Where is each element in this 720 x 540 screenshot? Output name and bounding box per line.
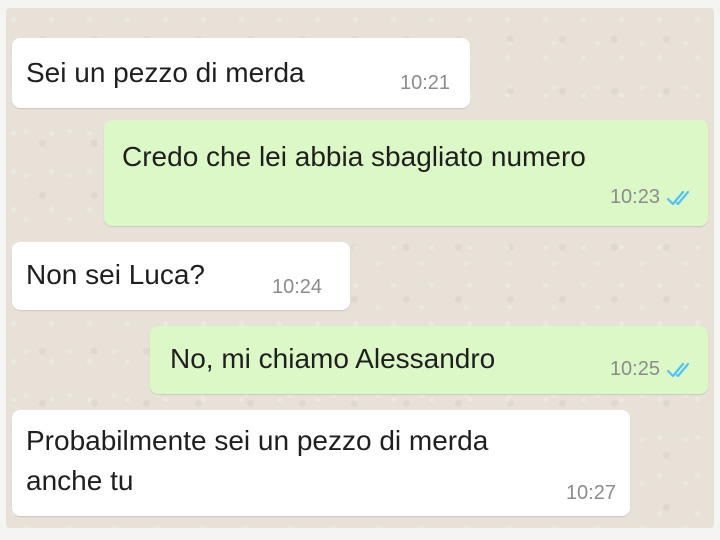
message-text-line-2: anche tu bbox=[26, 465, 134, 496]
message-time: 10:24 bbox=[272, 276, 323, 298]
message-text: No, mi chiamo Alessandro bbox=[170, 343, 496, 374]
message-timestamp-group: 10:24 bbox=[272, 276, 322, 299]
message-text: Credo che lei abbia sbagliato numero bbox=[122, 141, 586, 172]
message-timestamp-group: 10:25 bbox=[610, 358, 694, 381]
message-time: 10:23 bbox=[609, 186, 660, 208]
chat-conversation: Sei un pezzo di merda 10:21 Credo che le… bbox=[6, 8, 714, 528]
screenshot-frame: Sei un pezzo di merda 10:21 Credo che le… bbox=[0, 0, 720, 540]
message-bubble-incoming[interactable]: Sei un pezzo di merda 10:21 bbox=[12, 38, 470, 108]
message-time: 10:25 bbox=[609, 358, 660, 380]
message-text-line-1: Probabilmente sei un pezzo di merda bbox=[26, 425, 489, 456]
message-timestamp-group: 10:21 bbox=[400, 72, 450, 95]
message-text: Sei un pezzo di merda bbox=[26, 57, 305, 88]
double-check-icon bbox=[666, 362, 690, 377]
message-bubble-outgoing[interactable]: Credo che lei abbia sbagliato numero 10:… bbox=[104, 120, 708, 226]
message-timestamp-group: 10:27 bbox=[566, 482, 616, 505]
message-timestamp-group: 10:23 bbox=[610, 186, 694, 209]
message-time: 10:21 bbox=[400, 72, 451, 94]
message-time: 10:27 bbox=[565, 482, 616, 504]
message-bubble-incoming[interactable]: Probabilmente sei un pezzo di merda anch… bbox=[12, 410, 630, 516]
message-bubble-incoming[interactable]: Non sei Luca? 10:24 bbox=[12, 242, 350, 310]
message-text: Non sei Luca? bbox=[26, 259, 206, 290]
double-check-icon bbox=[666, 190, 690, 205]
message-bubble-outgoing[interactable]: No, mi chiamo Alessandro 10:25 bbox=[150, 326, 708, 394]
